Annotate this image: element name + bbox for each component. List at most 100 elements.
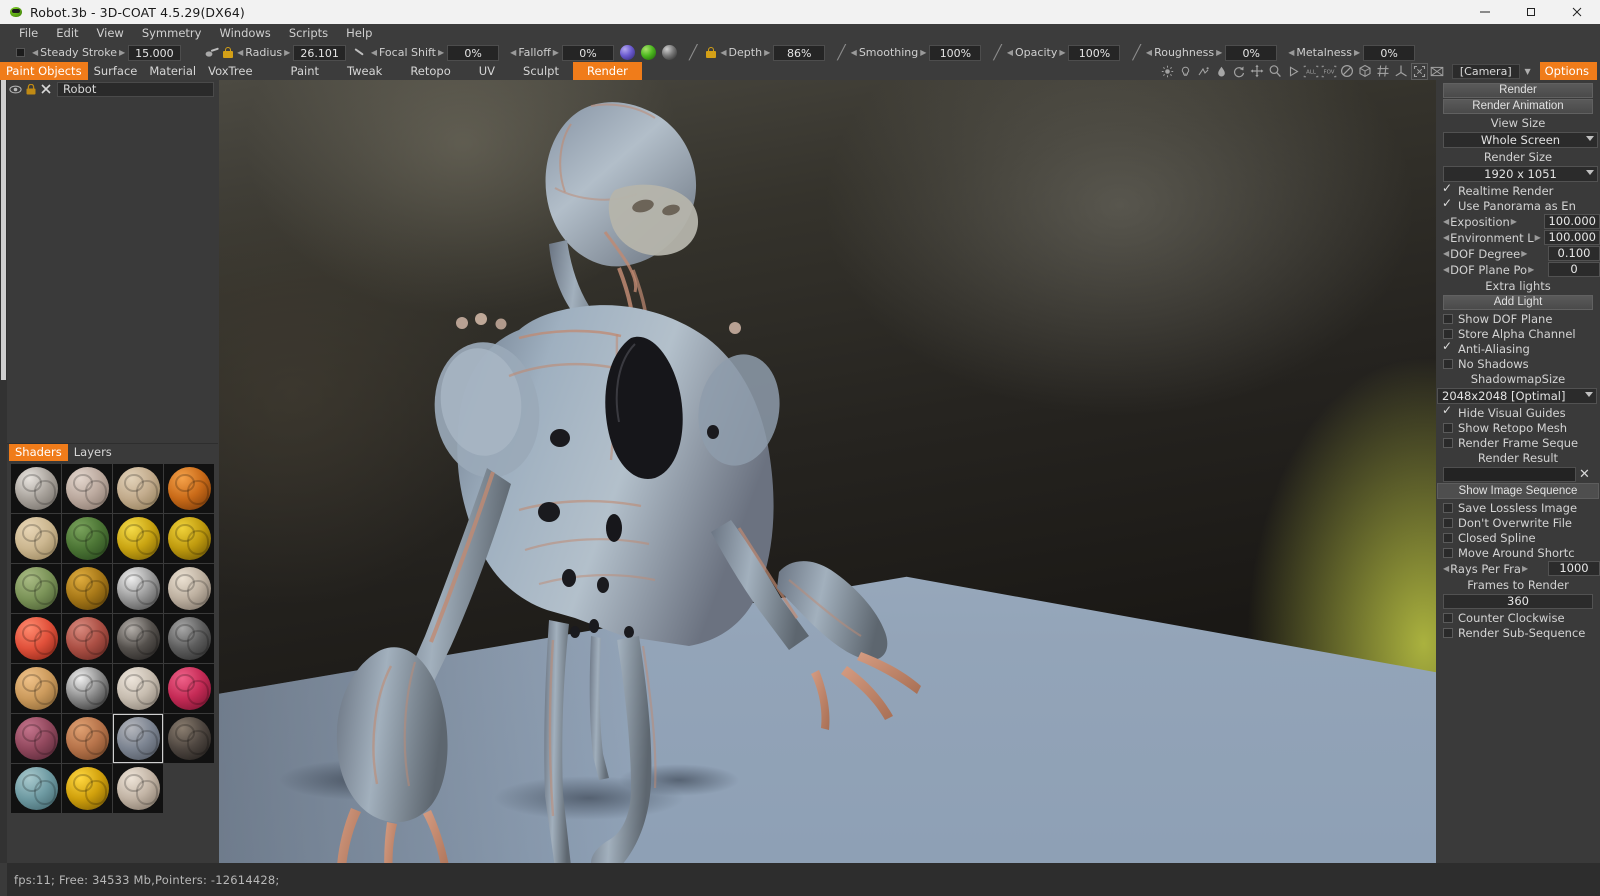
tab-sculpt[interactable]: Sculpt bbox=[509, 62, 573, 80]
increment-arrow-icon[interactable]: ▶ bbox=[1354, 48, 1360, 57]
shader-swatch[interactable] bbox=[113, 514, 163, 563]
shader-swatch[interactable] bbox=[113, 764, 163, 813]
shader-swatch[interactable] bbox=[113, 564, 163, 613]
axis-icon[interactable] bbox=[1393, 63, 1410, 80]
param-smoothing[interactable]: ◀ Smoothing ▶ 100% bbox=[851, 44, 982, 61]
checkbox-counter-clockwise[interactable]: Counter Clockwise bbox=[1443, 610, 1600, 625]
increment-arrow-icon[interactable]: ▶ bbox=[920, 48, 926, 57]
param-roughness[interactable]: ◀ Roughness ▶ 0% bbox=[1146, 44, 1278, 61]
shader-swatch[interactable] bbox=[113, 464, 163, 513]
checkbox-box[interactable] bbox=[1442, 339, 1453, 354]
param-value[interactable]: 100% bbox=[929, 44, 982, 61]
checkbox-box[interactable] bbox=[1443, 517, 1453, 528]
param-value[interactable]: 100.000 bbox=[1544, 214, 1600, 229]
menu-scripts[interactable]: Scripts bbox=[280, 24, 337, 43]
tab-retopo[interactable]: Retopo bbox=[396, 62, 464, 80]
no-symmetry-icon[interactable] bbox=[1339, 63, 1356, 80]
tab-tweak[interactable]: Tweak bbox=[333, 62, 396, 80]
checkbox-box[interactable] bbox=[1442, 181, 1453, 196]
shader-swatch[interactable] bbox=[62, 664, 112, 713]
fov-icon[interactable]: FOV bbox=[1321, 63, 1338, 80]
play-icon[interactable] bbox=[1285, 63, 1302, 80]
shader-swatch[interactable] bbox=[11, 664, 61, 713]
shader-swatch[interactable] bbox=[62, 614, 112, 663]
checkbox-box[interactable] bbox=[1442, 196, 1453, 211]
frames-to-render-value[interactable]: 360 bbox=[1443, 594, 1593, 609]
render-result-input[interactable] bbox=[1443, 467, 1576, 482]
brush-icon[interactable] bbox=[204, 46, 220, 60]
menu-edit[interactable]: Edit bbox=[47, 24, 87, 43]
increment-arrow-icon[interactable]: ▶ bbox=[1521, 249, 1527, 258]
checkbox-store-alpha-channel[interactable]: Store Alpha Channel bbox=[1443, 326, 1600, 341]
shader-swatch[interactable] bbox=[62, 464, 112, 513]
tab-paint[interactable]: Paint bbox=[277, 62, 333, 80]
reflection-icon[interactable] bbox=[1195, 63, 1212, 80]
param-steady-stroke[interactable]: ◀ Steady Stroke ▶ 15.000 bbox=[32, 44, 181, 61]
param-value[interactable]: 0% bbox=[1225, 44, 1278, 61]
shader-swatch[interactable] bbox=[11, 464, 61, 513]
eye-visibility-icon[interactable] bbox=[9, 83, 22, 96]
checkbox-box[interactable] bbox=[1443, 532, 1453, 543]
clear-x-icon[interactable]: ✕ bbox=[1579, 468, 1590, 481]
shader-swatch[interactable] bbox=[164, 614, 214, 663]
tab-shaders[interactable]: Shaders bbox=[9, 444, 68, 461]
param-value[interactable]: 100.000 bbox=[1544, 230, 1600, 245]
render-animation-button[interactable]: Render Animation bbox=[1443, 99, 1593, 114]
param-value[interactable]: 1000 bbox=[1548, 561, 1600, 576]
param-environment-light[interactable]: ◀ Environment L ▶ 100.000 bbox=[1443, 230, 1600, 245]
tab-voxtree[interactable]: VoxTree bbox=[202, 62, 258, 80]
param-value[interactable]: 26.101 bbox=[293, 44, 346, 61]
menu-windows[interactable]: Windows bbox=[210, 24, 279, 43]
param-value[interactable]: 100% bbox=[1068, 44, 1121, 61]
render-size-select[interactable]: 1920 x 1051 bbox=[1443, 166, 1598, 182]
checkbox-box[interactable] bbox=[1442, 403, 1453, 418]
rotate-icon[interactable] bbox=[1231, 63, 1248, 80]
param-value[interactable]: 86% bbox=[773, 44, 826, 61]
shader-swatch[interactable] bbox=[164, 464, 214, 513]
drop-icon[interactable] bbox=[1213, 63, 1230, 80]
checkbox-render-frame-sequence[interactable]: Render Frame Seque bbox=[1443, 435, 1600, 450]
checkbox-use-panorama[interactable]: Use Panorama as En bbox=[1442, 196, 1600, 213]
remove-x-icon[interactable] bbox=[39, 83, 52, 96]
checkbox-box[interactable] bbox=[1443, 547, 1453, 558]
increment-arrow-icon[interactable]: ▶ bbox=[1059, 48, 1065, 57]
shader-swatch[interactable] bbox=[62, 764, 112, 813]
lock-icon[interactable] bbox=[24, 83, 37, 96]
increment-arrow-icon[interactable]: ▶ bbox=[119, 48, 125, 57]
tab-paint-objects[interactable]: Paint Objects bbox=[0, 62, 88, 80]
checkbox-no-shadows[interactable]: No Shadows bbox=[1443, 356, 1600, 371]
checkbox-anti-aliasing[interactable]: Anti-Aliasing bbox=[1442, 339, 1600, 356]
shadowmap-size-select[interactable]: 2048x2048 [Optimal] bbox=[1437, 388, 1597, 404]
checkbox-box[interactable] bbox=[1443, 313, 1453, 324]
tab-options[interactable]: Options bbox=[1539, 62, 1597, 80]
object-row-robot[interactable]: Robot bbox=[9, 81, 214, 97]
tab-render[interactable]: Render bbox=[572, 62, 642, 80]
param-dof-plane-pos[interactable]: ◀ DOF Plane Po ▶ 0 bbox=[1443, 262, 1600, 277]
checkbox-save-lossless-image[interactable]: Save Lossless Image bbox=[1443, 500, 1600, 515]
param-value[interactable]: 0% bbox=[561, 44, 614, 61]
material-sphere-blue-icon[interactable] bbox=[619, 45, 635, 60]
checkbox-dont-overwrite-file[interactable]: Don't Overwrite File bbox=[1443, 515, 1600, 530]
move-icon[interactable] bbox=[1249, 63, 1266, 80]
param-focal-shift[interactable]: ◀ Focal Shift ▶ 0% bbox=[371, 44, 500, 61]
param-rays-per-frame[interactable]: ◀ Rays Per Fra ▶ 1000 bbox=[1443, 561, 1600, 576]
checkbox-box[interactable] bbox=[1443, 627, 1453, 638]
checkbox-box[interactable] bbox=[1443, 358, 1453, 369]
viewport-3d[interactable] bbox=[219, 80, 1436, 863]
shader-swatch[interactable] bbox=[11, 764, 61, 813]
all-frame-icon[interactable]: ALL bbox=[1303, 63, 1320, 80]
increment-arrow-icon[interactable]: ▶ bbox=[438, 48, 444, 57]
checkbox-box[interactable] bbox=[1443, 328, 1453, 339]
checkbox-box[interactable] bbox=[1443, 437, 1453, 448]
param-depth[interactable]: ◀ Depth ▶ 86% bbox=[720, 44, 826, 61]
increment-arrow-icon[interactable]: ▶ bbox=[1528, 265, 1534, 274]
chevron-down-icon[interactable]: ▼ bbox=[1521, 64, 1535, 79]
shader-swatch[interactable] bbox=[164, 514, 214, 563]
add-light-button[interactable]: Add Light bbox=[1443, 295, 1593, 310]
increment-arrow-icon[interactable]: ▶ bbox=[1522, 564, 1528, 573]
chevron-down-icon[interactable] bbox=[1586, 170, 1594, 175]
checkbox-closed-spline[interactable]: Closed Spline bbox=[1443, 530, 1600, 545]
shader-swatch[interactable] bbox=[62, 714, 112, 763]
zoom-icon[interactable] bbox=[1267, 63, 1284, 80]
tab-material[interactable]: Material bbox=[143, 62, 202, 80]
